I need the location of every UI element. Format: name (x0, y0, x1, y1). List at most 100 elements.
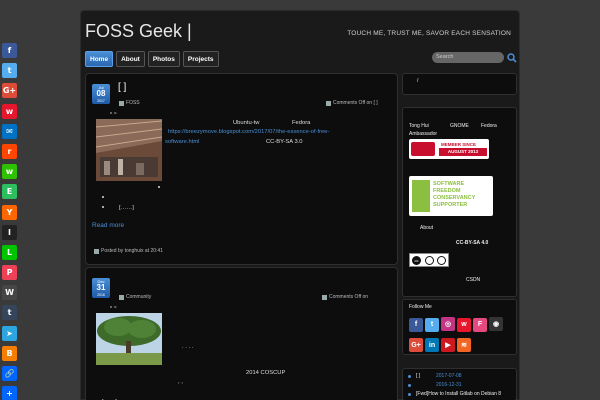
share-evernote-icon[interactable]: E (2, 184, 17, 200)
sa-icon (437, 256, 446, 265)
sidebar-top-text: / (417, 78, 419, 84)
share-tumblr-icon[interactable]: t (2, 305, 17, 321)
sfc-logo-icon (412, 180, 430, 212)
share-twitter-icon[interactable]: t (2, 63, 17, 79)
cc-icon: cc (412, 256, 421, 265)
social-share-bar: f t G+ w ✉ r w E Y I L P Wt ➤ B 🔗 + (2, 43, 18, 400)
post-card: Jul 08 2017 [ ] FOSS Comments Off on [ ]… (85, 73, 398, 265)
post-license: CC-BY-SA 3.0 (266, 139, 303, 145)
post-category[interactable]: FOSS (119, 100, 140, 106)
post-comments-label: Comments Off on [ ] (333, 100, 378, 106)
recent-bullet (408, 375, 411, 378)
post-comma: , , (178, 379, 183, 385)
post-year: 2016 (97, 293, 105, 297)
nav-home[interactable]: Home (85, 51, 114, 67)
follow-title: Follow Me (409, 304, 432, 310)
share-more-icon[interactable]: + (2, 386, 17, 400)
site-title[interactable]: FOSS Geek | (85, 21, 192, 42)
csdn-label[interactable]: CSDN (466, 277, 480, 283)
nav-photos[interactable]: Photos (147, 51, 180, 67)
post-day: 08 (96, 89, 106, 98)
follow-weibo-icon[interactable]: w (457, 317, 471, 332)
list-bullet (102, 206, 104, 208)
follow-icons: f t ◎ w F ◉ G+ in ▶ ≋ (409, 313, 509, 354)
comment-icon (326, 100, 331, 106)
name-ambassador: Ambassador (409, 131, 438, 137)
post-category[interactable]: Community (119, 294, 151, 300)
post-dots: . . . . (182, 344, 194, 350)
follow-linkedin-icon[interactable]: in (425, 338, 439, 352)
site-tagline: TOUCH ME, TRUST ME, SAVOR EACH SENSATION (347, 30, 511, 37)
share-instapaper-icon[interactable]: I (2, 224, 17, 240)
member-badge[interactable]: MEMBER SINCE AUGUST 2013 (409, 139, 489, 159)
follow-foursquare-icon[interactable]: F (473, 317, 487, 332)
post-card: Dec 31 2016 Community Comments Off on “ … (85, 267, 398, 400)
post-year: 2017 (97, 99, 105, 103)
follow-youtube-icon[interactable]: ▶ (441, 337, 455, 352)
search-icon[interactable] (507, 53, 517, 63)
share-line-icon[interactable]: L (2, 244, 17, 260)
post-comments[interactable]: Comments Off on (322, 294, 368, 300)
name-gnome: GNOME (450, 123, 469, 129)
read-more-link[interactable]: Read more (92, 222, 124, 229)
post-title[interactable]: [ ] (118, 82, 126, 93)
share-wechat-icon[interactable]: w (2, 164, 17, 180)
name-tong: Tong Hui (409, 123, 429, 129)
post-thumbnail[interactable] (96, 119, 162, 181)
user-icon (94, 248, 99, 254)
follow-instagram-icon[interactable]: ◎ (441, 317, 455, 331)
post-date-badge: Dec 31 2016 (92, 278, 110, 298)
recent-bullet (408, 393, 411, 396)
folder-icon (119, 294, 124, 300)
comment-icon (322, 294, 327, 300)
post-thumbnail[interactable] (96, 313, 162, 365)
share-email-icon[interactable]: ✉ (2, 123, 17, 139)
cc-license-badge[interactable]: cc (409, 253, 449, 267)
post-category-label: Community (126, 294, 152, 300)
share-reddit-icon[interactable]: r (2, 143, 17, 159)
list-bullet (102, 196, 104, 198)
about-label[interactable]: About (420, 225, 433, 231)
recent-post-link[interactable]: [ ] (416, 373, 420, 379)
share-blogger-icon[interactable]: B (2, 345, 17, 361)
post-event: 2014 COSCUP (246, 370, 286, 376)
share-telegram-icon[interactable]: ➤ (2, 325, 17, 341)
sfc-badge[interactable]: SOFTWARE FREEDOM CONSERVANCY SUPPORTER (409, 176, 493, 216)
post-date-badge: Jul 08 2017 (92, 84, 110, 104)
recent-post-link[interactable]: [Fwd]How to Install Gitlab on Debian 8 (416, 391, 501, 397)
follow-rss-icon[interactable]: ≋ (457, 337, 471, 352)
post-author: Posted by tonghuix at 20:41 (94, 248, 163, 254)
badge-member-since: MEMBER SINCE (441, 142, 477, 147)
follow-github-icon[interactable]: ◉ (489, 317, 503, 331)
sidebar-widget-profile: Tong Hui GNOME Fedora Ambassador MEMBER … (402, 107, 517, 297)
post-day: 31 (96, 283, 106, 292)
share-copy-link-icon[interactable]: 🔗 (2, 366, 17, 381)
main-nav: Home About Photos Projects (85, 51, 219, 67)
recent-bullet (408, 384, 411, 387)
quote-mark: “ “ (110, 112, 117, 119)
share-facebook-icon[interactable]: f (2, 43, 17, 58)
by-icon (425, 256, 434, 265)
share-wordpress-icon[interactable]: W (2, 285, 17, 301)
post-category-label: FOSS (126, 100, 140, 106)
share-pocket-icon[interactable]: P (2, 265, 17, 281)
follow-twitter-icon[interactable]: t (425, 317, 439, 332)
post-text-ubuntu: Ubuntu-tw (233, 120, 260, 126)
share-google-plus-icon[interactable]: G+ (2, 83, 17, 99)
search-input[interactable]: Search (432, 52, 504, 63)
post-comments[interactable]: Comments Off on [ ] (326, 100, 378, 106)
list-bullet (158, 186, 160, 188)
post-source-link-cont[interactable]: software.html (165, 139, 199, 145)
sidebar-widget-top: / (402, 73, 517, 95)
fedora-logo-icon (411, 142, 435, 156)
post-author-label: Posted by tonghuix at 20:41 (101, 248, 163, 254)
share-hackernews-icon[interactable]: Y (2, 204, 17, 220)
follow-facebook-icon[interactable]: f (409, 317, 423, 332)
share-weibo-icon[interactable]: w (2, 103, 17, 119)
follow-google-plus-icon[interactable]: G+ (409, 338, 423, 352)
nav-projects[interactable]: Projects (182, 51, 219, 67)
post-source-link[interactable]: https://breezymove.blogspot.com/2017/07/… (168, 129, 329, 135)
post-text-fedora: Fedora (292, 120, 311, 126)
recent-post-date: 2017-07-08 (436, 373, 462, 379)
nav-about[interactable]: About (116, 51, 145, 67)
